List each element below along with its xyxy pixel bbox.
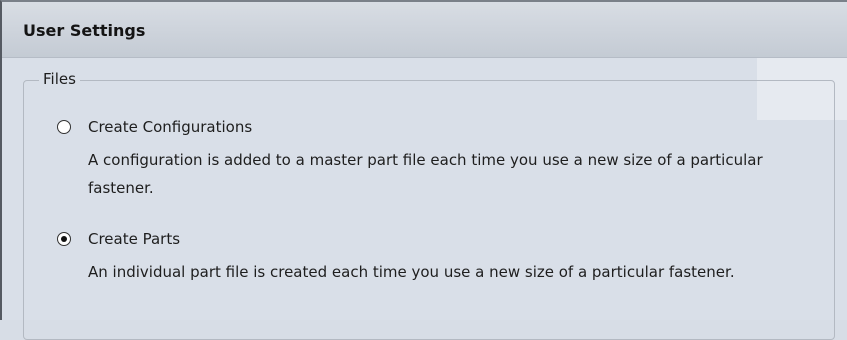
create-parts-radio[interactable]: [57, 232, 71, 246]
panel-title: User Settings: [23, 21, 146, 40]
panel-header: User Settings: [2, 2, 847, 58]
create-parts-description: An individual part file is created each …: [88, 263, 735, 281]
create-parts-label[interactable]: Create Parts: [88, 230, 180, 248]
create-configurations-description: A configuration is added to a master par…: [88, 151, 763, 197]
files-group-legend: Files: [39, 70, 80, 88]
create-configurations-radio[interactable]: [57, 120, 71, 134]
create-configurations-label[interactable]: Create Configurations: [88, 118, 252, 136]
